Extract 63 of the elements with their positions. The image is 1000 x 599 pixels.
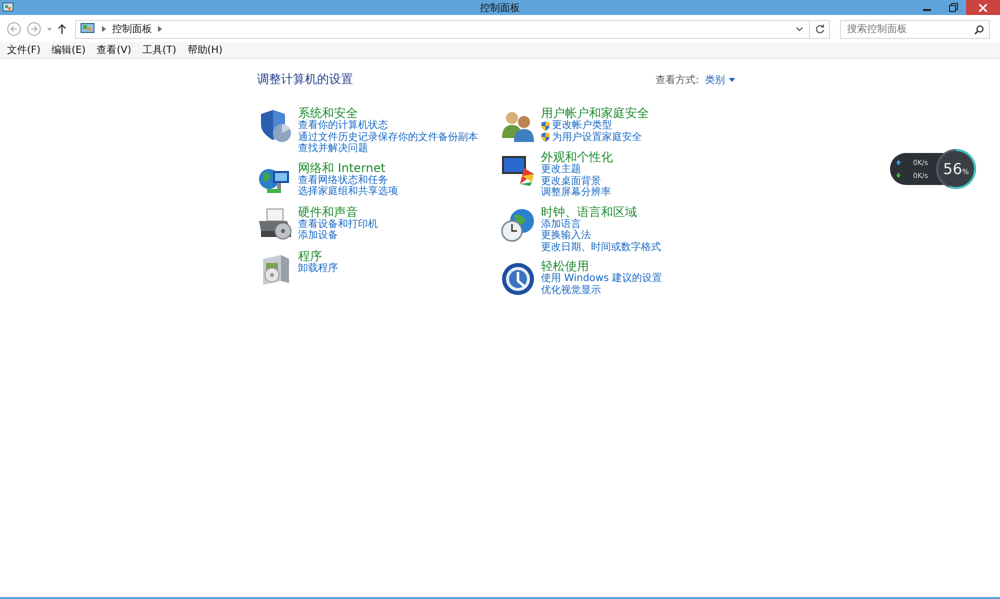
task-link[interactable]: 优化视觉显示 [541,284,601,296]
category-link[interactable]: 系统和安全 [298,106,358,120]
download-arrow-icon [896,173,901,178]
task-link[interactable]: 查找并解决问题 [298,143,368,154]
task-link[interactable]: 查看设备和打印机 [298,218,378,230]
task-link[interactable]: 更改桌面背景 [541,176,601,187]
globe-clock-icon [500,206,536,242]
menu-item[interactable]: 文件(F) [7,43,41,57]
task-link[interactable]: 查看你的计算机状态 [298,120,388,132]
view-by-dropdown[interactable]: 类别 [705,72,735,86]
category-link[interactable]: 用户帐户和家庭安全 [541,106,649,120]
restore-icon [948,3,958,12]
task-link[interactable]: 通过文件历史记录保存你的文件备份副本 [298,132,478,143]
view-by-label: 查看方式: [656,74,699,86]
back-icon [7,22,21,36]
category-link[interactable]: 网络和 Internet [298,160,386,174]
dropdown-icon [796,26,803,32]
breadcrumb[interactable]: 控制面板 [112,22,152,36]
refresh-icon [814,24,824,34]
page-heading: 调整计算机的设置 [257,71,354,88]
category-link[interactable]: 硬件和声音 [298,204,358,218]
chevron-icon [102,26,106,32]
usage-percent: 56 [943,160,962,178]
task-link[interactable]: 为用户设置家庭安全 [552,132,642,143]
forward-icon [27,22,41,36]
category-link[interactable]: 程序 [298,248,322,262]
task-link[interactable]: 更改主题 [541,164,581,176]
printer-icon [257,206,293,242]
close-icon [979,4,987,12]
category-link[interactable]: 轻松使用 [541,259,589,273]
task-link[interactable]: 添加设备 [298,230,338,242]
task-link[interactable]: 选择家庭组和共享选项 [298,186,398,198]
task-link[interactable]: 使用 Windows 建议的设置 [541,273,662,284]
task-link[interactable]: 调整屏幕分辨率 [541,187,611,198]
control-panel-icon [80,23,96,35]
task-link[interactable]: 更改日期、时间或数字格式 [541,242,661,253]
refresh-button[interactable] [810,20,830,38]
task-link[interactable]: 更改帐户类型 [552,120,612,132]
task-link[interactable]: 添加语言 [541,218,581,230]
caret-icon [47,28,52,30]
minimize-icon [923,9,931,11]
caret-icon [729,78,735,82]
menu-item[interactable]: 工具(T) [142,43,176,57]
menu-item[interactable]: 帮助(H) [187,43,223,57]
shield-icon [541,132,550,142]
menu-item[interactable]: 编辑(E) [52,43,86,57]
search-field[interactable]: 搜索控制面板 [840,20,990,38]
address-field[interactable]: 控制面板 [75,20,810,38]
task-link[interactable]: 卸载程序 [298,262,338,274]
task-link[interactable]: 查看网络状态和任务 [298,174,388,186]
category-link[interactable]: 时钟、语言和区域 [541,204,637,218]
close-button[interactable] [966,0,1000,15]
shield-icon [541,120,550,131]
up-button[interactable] [57,24,67,34]
upload-arrow-icon [896,160,901,165]
task-link[interactable]: 更换输入法 [541,230,591,242]
category-link[interactable]: 外观和个性化 [541,150,613,164]
control-panel-icon [2,2,14,14]
menu-item[interactable]: 查看(V) [96,43,132,57]
up-arrow-icon [58,24,66,34]
chevron-icon [158,26,162,32]
search-icon [974,24,984,34]
window-title: 控制面板 [479,2,521,14]
